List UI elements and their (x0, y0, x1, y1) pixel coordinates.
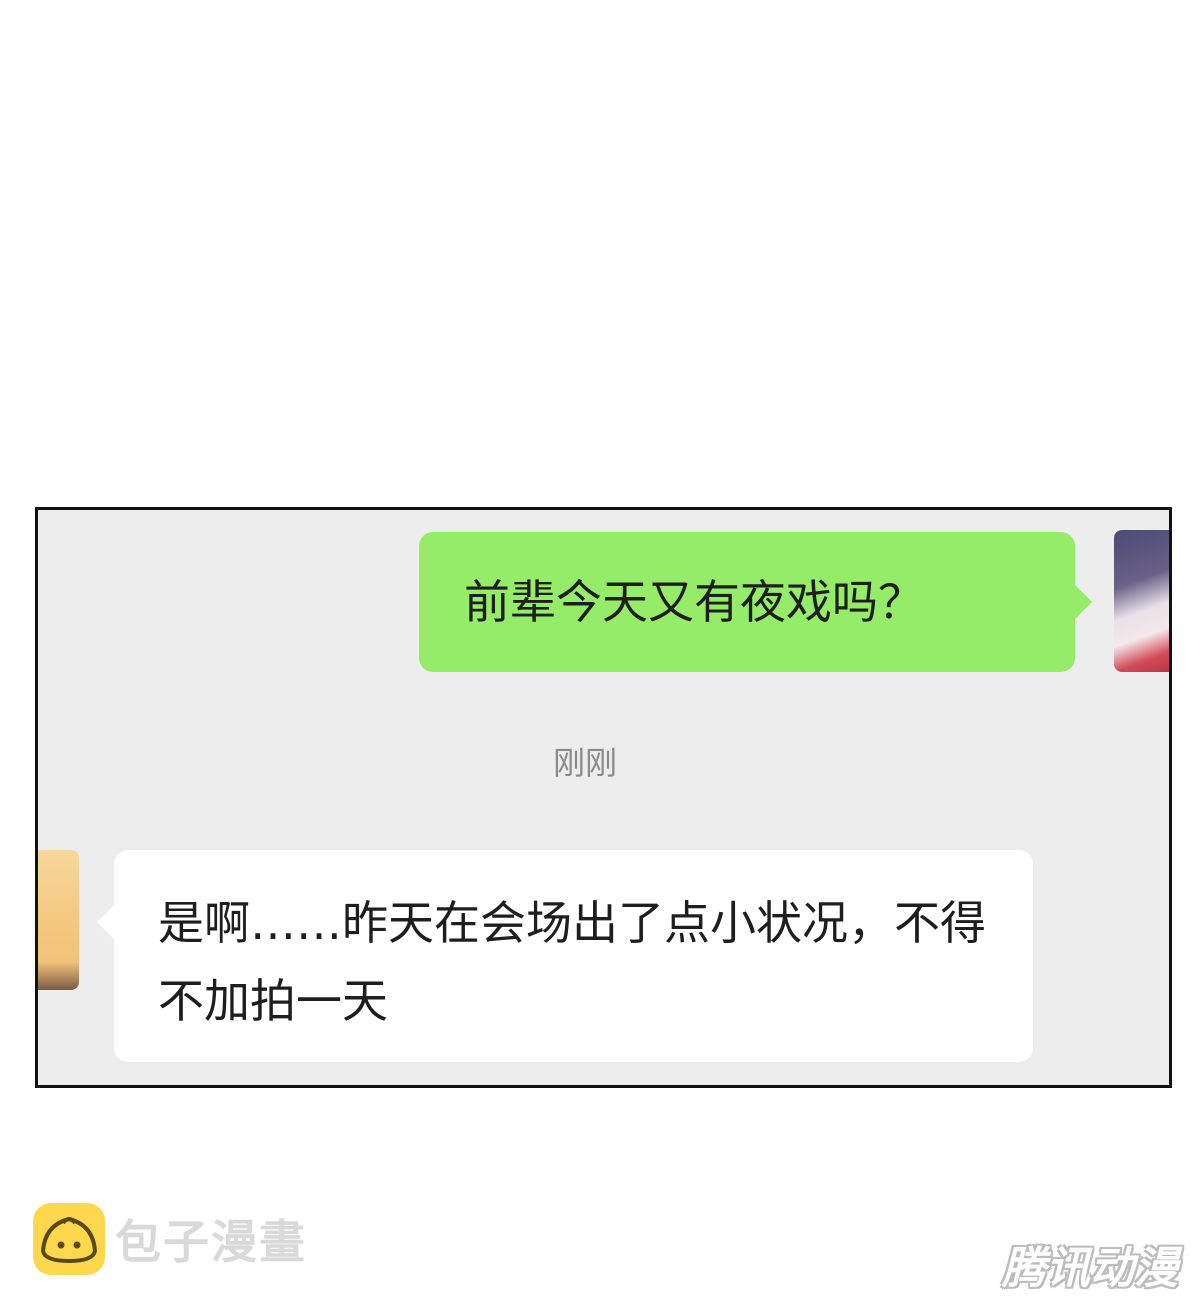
self-avatar[interactable] (1114, 530, 1169, 672)
baozi-watermark-text: 包子漫畫 (115, 1215, 307, 1269)
tencent-comic-watermark: 腾讯动漫 (1002, 1243, 1178, 1294)
received-message-bubble[interactable]: 是啊……昨天在会场出了点小状况，不得不加拍一天 (97, 850, 1033, 1062)
contact-avatar[interactable] (38, 850, 79, 990)
message-timestamp: 刚刚 (553, 744, 618, 782)
baozi-bun-icon (33, 1203, 105, 1275)
bubble-tail (97, 904, 115, 940)
received-message-text: 是啊……昨天在会场出了点小状况，不得不加拍一天 (158, 896, 986, 1028)
sent-message-text: 前辈今天又有夜戏吗？ (464, 575, 924, 629)
bubble-tail (1074, 584, 1092, 620)
baozi-watermark: 包子漫畫 (33, 1202, 307, 1276)
chat-panel: 前辈今天又有夜戏吗？ 刚刚 是啊……昨天在会场出了点小状况，不得不加拍一天 (35, 507, 1172, 1088)
sent-message-bubble[interactable]: 前辈今天又有夜戏吗？ (419, 532, 1092, 672)
